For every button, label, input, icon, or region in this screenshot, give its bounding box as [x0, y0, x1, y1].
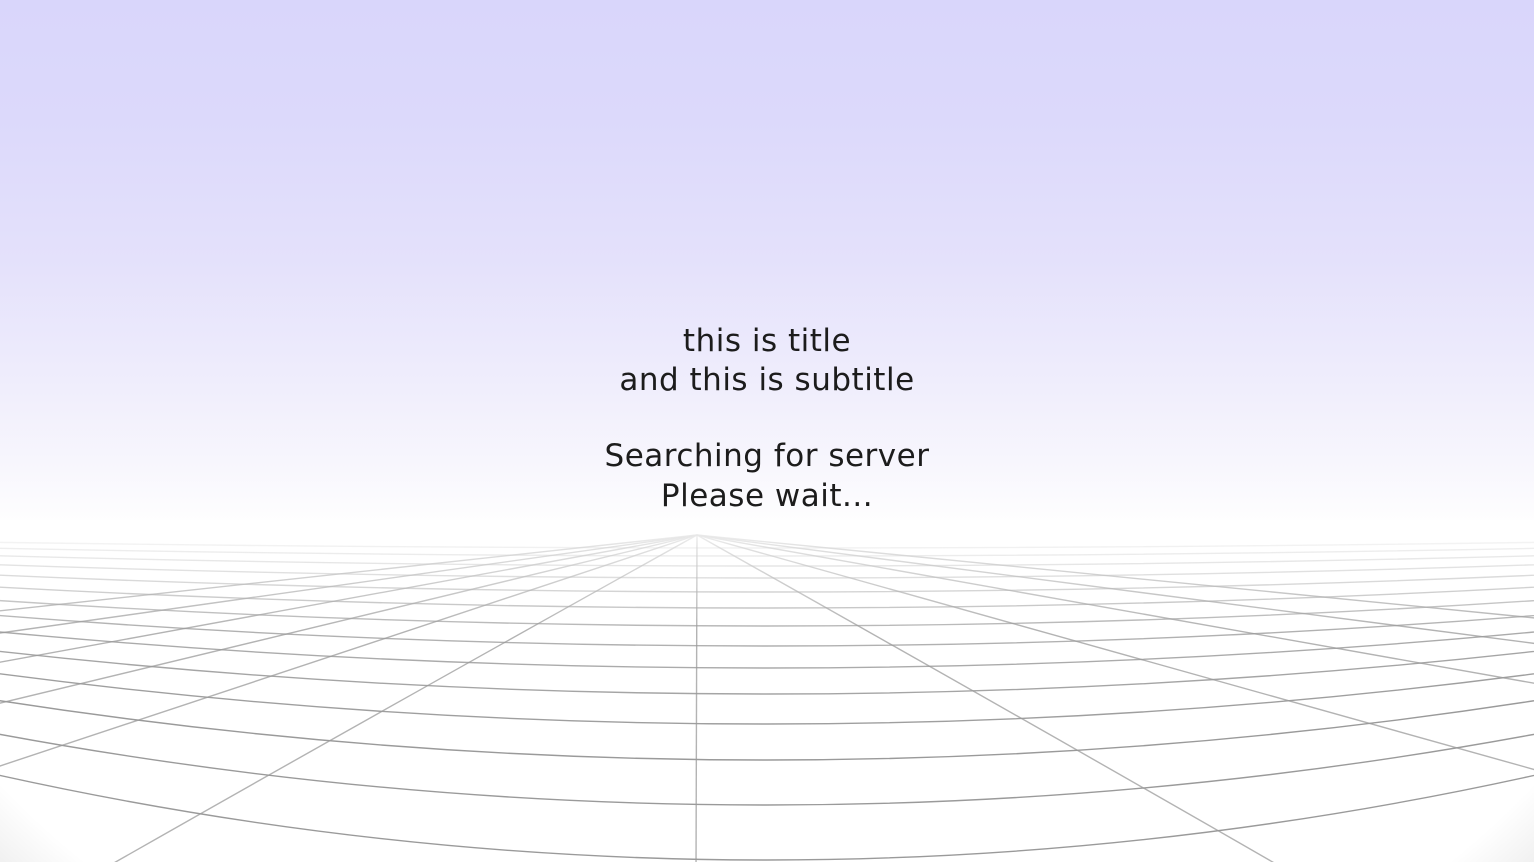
grid-row-line — [0, 673, 1534, 725]
grid-row-line — [0, 650, 1534, 695]
floor-grid — [0, 520, 1534, 862]
grid-row-line — [0, 700, 1534, 761]
grid-row-line — [0, 733, 1534, 806]
subtitle-text: and this is subtitle — [619, 362, 915, 398]
wait-text: Please wait... — [660, 478, 874, 514]
title-text: this is title — [682, 323, 852, 359]
status-text: Searching for server — [604, 438, 930, 474]
grid-row-line — [0, 774, 1534, 861]
